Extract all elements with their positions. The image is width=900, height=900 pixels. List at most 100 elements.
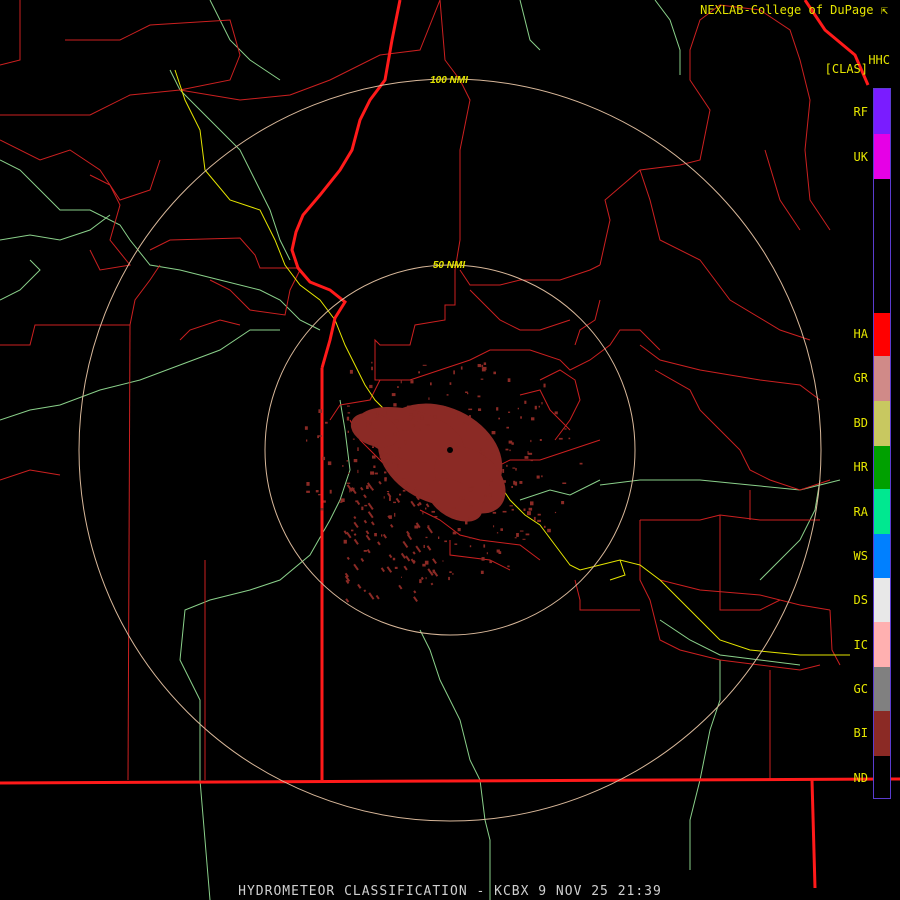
echo-speck [418, 428, 421, 431]
legend-label-rf: RF [853, 105, 868, 119]
echo-speck [491, 431, 496, 435]
echo-speck [493, 525, 495, 528]
echo-speck [503, 480, 506, 483]
echo-speck [373, 465, 376, 468]
echo-speck [478, 408, 482, 411]
echo-speck [483, 362, 487, 365]
echo-speck [534, 405, 537, 410]
product-class: [CLAS] [824, 62, 868, 76]
echo-speck [348, 472, 350, 474]
echo-speck [505, 448, 509, 451]
echo-speck [352, 438, 355, 440]
echo-speck [459, 496, 463, 499]
echo-speck [393, 403, 397, 407]
echo-speck [523, 508, 526, 511]
echo-speck [506, 426, 509, 429]
echo-speck [398, 447, 401, 450]
echo-speck [554, 511, 557, 514]
echo-speck [357, 469, 359, 474]
echo-speck [369, 384, 373, 389]
echo-speck [318, 435, 322, 437]
legend-label-bi: BI [853, 726, 868, 740]
legend-label-ic: IC [853, 638, 868, 652]
echo-speck [481, 452, 485, 455]
echo-speck [477, 364, 481, 368]
echo-speck [423, 544, 425, 548]
radar-site-marker [447, 447, 453, 453]
echo-speck [339, 501, 343, 503]
echo-speck [385, 408, 389, 410]
echo-speck [393, 475, 398, 479]
echo-speck [361, 506, 364, 511]
echo-speck [430, 382, 432, 386]
echo-speck [483, 457, 486, 461]
echo-speck [538, 405, 540, 408]
echo-speck [342, 465, 344, 467]
echo-speck [498, 417, 500, 420]
echo-speck [346, 416, 350, 421]
echo-speck [329, 489, 332, 494]
echo-speck [524, 456, 529, 459]
echo-speck [579, 462, 583, 465]
echo-speck [392, 557, 396, 561]
legend-swatch-ws [874, 534, 890, 578]
echo-speck [558, 437, 563, 440]
echo-speck [397, 386, 399, 388]
echo-speck [519, 481, 523, 484]
echo-speck [364, 504, 368, 507]
echo-speck [480, 570, 484, 574]
echo-speck [366, 485, 369, 489]
echo-speck [527, 511, 531, 516]
echo-speck [543, 525, 546, 528]
legend-swatch-uk [874, 134, 890, 179]
echo-speck [386, 491, 390, 493]
echo-speck [349, 369, 353, 374]
echo-speck [371, 361, 373, 364]
echo-speck [520, 416, 522, 419]
echo-speck [554, 411, 558, 415]
echo-speck [509, 449, 511, 452]
echo-speck [370, 471, 374, 475]
echo-speck [486, 552, 488, 555]
echo-speck [480, 378, 484, 380]
echo-speck [506, 464, 508, 467]
echo-speck [481, 364, 484, 368]
echo-speck [393, 432, 397, 436]
echo-speck [404, 429, 407, 431]
echo-speck [394, 419, 399, 423]
echo-speck [363, 550, 367, 552]
echo-speck [449, 571, 452, 573]
legend-label-ds: DS [853, 593, 868, 607]
echo-speck [389, 497, 391, 501]
echo-speck [528, 507, 533, 511]
echo-speck [378, 416, 380, 418]
echo-speck [442, 510, 445, 512]
range-ring-label-100: 100 NMI [430, 75, 468, 86]
echo-speck [457, 528, 461, 532]
echo-speck [428, 397, 430, 400]
echo-speck [397, 464, 399, 468]
legend-swatch-ic [874, 622, 890, 667]
legend-label-uk: UK [853, 150, 868, 164]
external-link-icon: ⇱ [880, 3, 888, 17]
echo-speck [385, 435, 389, 440]
echo-speck [530, 439, 532, 443]
legend-label-hr: HR [853, 460, 868, 474]
echo-speck [537, 519, 541, 522]
legend-label-ra: RA [853, 505, 868, 519]
echo-speck [484, 495, 487, 497]
echo-speck [468, 415, 471, 418]
echo-speck [320, 508, 324, 511]
echo-speck [477, 395, 481, 398]
echo-speck [496, 467, 500, 471]
echo-speck [493, 371, 496, 375]
echo-speck [519, 530, 524, 532]
echo-speck [507, 378, 511, 382]
echo-speck [394, 512, 396, 517]
echo-speck [327, 461, 332, 466]
echo-speck [452, 531, 457, 535]
echo-speck [371, 366, 373, 371]
echo-speck [306, 439, 308, 442]
echo-speck [394, 566, 398, 569]
echo-speck [401, 576, 402, 578]
